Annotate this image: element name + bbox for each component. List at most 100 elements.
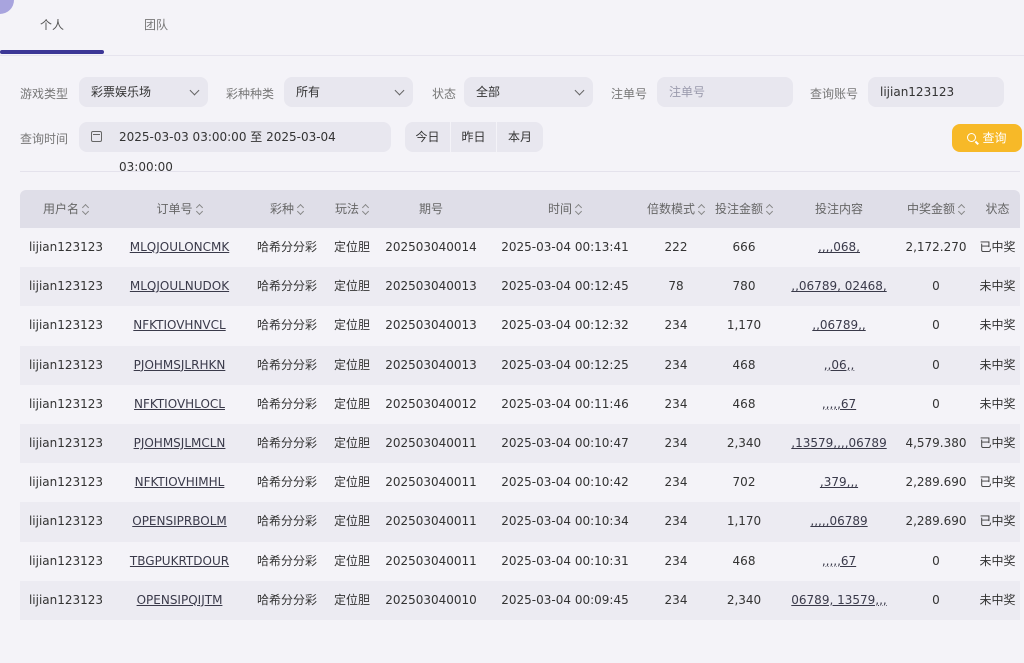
cell-bet-content[interactable]: ,,06789,, xyxy=(781,306,897,345)
sort-icon xyxy=(297,204,304,214)
cell-username: lijian123123 xyxy=(28,475,104,490)
cell-lottery: 哈希分分彩 xyxy=(256,435,317,450)
cell-time: 2025-03-04 00:10:31 xyxy=(501,553,629,568)
cell-play: 定位胆 xyxy=(333,475,370,490)
cell-order-no[interactable]: MLQJOULNUDOK xyxy=(112,267,247,306)
cell-multiplier: 234 xyxy=(664,475,688,490)
cell-order-no[interactable]: PJOHMSJLRHKN xyxy=(112,346,247,385)
cell-lottery: 哈希分分彩 xyxy=(256,279,317,294)
cell-bet-amount: 702 xyxy=(732,475,756,490)
cell-bet-content[interactable]: ,,06789, 02468, xyxy=(781,267,897,306)
table-row: lijian123123 NFKTIOVHNVCL 哈希分分彩 定位胆 20250304… xyxy=(20,306,1020,345)
header-play[interactable]: 玩法 xyxy=(327,190,377,228)
active-tab-indicator xyxy=(0,50,104,54)
divider xyxy=(20,171,1020,172)
cell-username: lijian123123 xyxy=(28,357,104,372)
cell-status: 未中奖 xyxy=(979,592,1016,607)
tab-personal[interactable]: 个人 xyxy=(0,16,104,33)
this-month-button[interactable]: 本月 xyxy=(497,122,543,152)
game-type-select[interactable]: 彩票娱乐场 xyxy=(79,77,208,107)
cell-order-no[interactable]: PJOHMSJLMCLN xyxy=(112,424,247,463)
cell-multiplier: 234 xyxy=(664,396,688,411)
table-row: lijian123123 PJOHMSJLRHKN 哈希分分彩 定位胆 20250304… xyxy=(20,345,1020,385)
cell-play: 定位胆 xyxy=(333,592,370,607)
cell-win-amount: 0 xyxy=(932,553,940,568)
cell-order-no[interactable]: TBGPUKRTDOUR xyxy=(112,542,247,581)
tab-team[interactable]: 团队 xyxy=(104,16,208,33)
game-type-label: 游戏类型 xyxy=(20,87,69,101)
status-value: 全部 xyxy=(476,85,501,99)
header-bet-amount[interactable]: 投注金额 xyxy=(707,190,781,228)
table-row: lijian123123 OPENSIPRBOLM 哈希分分彩 定位胆 20250304… xyxy=(20,502,1020,542)
cell-status: 未中奖 xyxy=(979,553,1016,568)
cell-status: 未中奖 xyxy=(979,357,1016,372)
cell-multiplier: 234 xyxy=(664,514,688,529)
cell-lottery: 哈希分分彩 xyxy=(256,592,317,607)
query-button[interactable]: 查询 xyxy=(952,124,1022,152)
lottery-type-select[interactable]: 所有 xyxy=(284,77,413,107)
header-multiplier[interactable]: 倍数模式 xyxy=(645,190,707,228)
order-no-input[interactable]: 注单号 xyxy=(657,77,793,107)
cell-username: lijian123123 xyxy=(28,240,104,254)
cell-win-amount: 2,289.690 xyxy=(905,514,967,529)
cell-time: 2025-03-04 00:10:42 xyxy=(501,475,629,490)
cell-order-no[interactable]: MLQJOULONCMK xyxy=(112,228,247,267)
cell-bet-content[interactable]: ,,06,, xyxy=(781,346,897,385)
cell-status: 已中奖 xyxy=(979,475,1016,490)
cell-username: lijian123123 xyxy=(28,435,104,450)
cell-bet-content[interactable]: ,13579,,,,06789 xyxy=(781,424,897,463)
table-header: 用户名 订单号 彩种 玩法 期号 时间 倍数模式 投注金额 投注内容 中奖金额 … xyxy=(20,190,1020,228)
cell-username: lijian123123 xyxy=(28,592,104,607)
today-button[interactable]: 今日 xyxy=(405,122,451,152)
lottery-type-label: 彩种种类 xyxy=(226,87,275,101)
cell-play: 定位胆 xyxy=(333,396,370,411)
cell-order-no[interactable]: NFKTIOVHLOCL xyxy=(112,385,247,424)
header-bet-content: 投注内容 xyxy=(814,202,863,216)
cell-lottery: 哈希分分彩 xyxy=(256,318,317,333)
cell-win-amount: 2,289.690 xyxy=(905,475,967,490)
cell-bet-content[interactable]: ,,,,,06789 xyxy=(781,502,897,541)
cell-order-no[interactable]: NFKTIOVHNVCL xyxy=(112,306,247,345)
cell-bet-content[interactable]: ,,,,,67 xyxy=(781,385,897,424)
cell-issue: 202503040010 xyxy=(385,592,477,607)
cell-win-amount: 0 xyxy=(932,396,940,411)
cell-win-amount: 4,579.380 xyxy=(905,435,967,450)
cell-order-no[interactable]: OPENSIPQIJTM xyxy=(112,581,247,620)
header-time[interactable]: 时间 xyxy=(485,190,645,228)
chevron-down-icon xyxy=(394,85,405,96)
cell-bet-content[interactable]: ,379,,, xyxy=(781,463,897,502)
header-lottery[interactable]: 彩种 xyxy=(247,190,327,228)
cell-win-amount: 0 xyxy=(932,592,940,607)
table-body: lijian123123 MLQJOULONCMK 哈希分分彩 定位胆 20250304… xyxy=(20,228,1020,620)
table-row: lijian123123 NFKTIOVHIMHL 哈希分分彩 定位胆 20250304… xyxy=(20,463,1020,502)
status-select[interactable]: 全部 xyxy=(464,77,593,107)
cell-play: 定位胆 xyxy=(333,357,370,372)
account-input[interactable]: lijian123123 xyxy=(868,77,1004,107)
cell-issue: 202503040013 xyxy=(385,357,477,372)
cell-bet-content[interactable]: ,,,,,67 xyxy=(781,542,897,581)
cell-bet-content[interactable]: ,,,,068, xyxy=(781,228,897,267)
header-username[interactable]: 用户名 xyxy=(20,190,112,228)
cell-multiplier: 234 xyxy=(664,435,688,450)
cell-time: 2025-03-04 00:10:47 xyxy=(501,435,629,450)
cell-username: lijian123123 xyxy=(28,396,104,411)
lottery-type-value: 所有 xyxy=(296,85,321,99)
cell-time: 2025-03-04 00:10:34 xyxy=(501,514,629,529)
cell-bet-content[interactable]: 06789, 13579,,, xyxy=(781,581,897,620)
time-range-picker[interactable]: 2025-03-03 03:00:00 至 2025-03-04 03:00:0… xyxy=(79,122,391,174)
cell-order-no[interactable]: OPENSIPRBOLM xyxy=(112,502,247,541)
cell-time: 2025-03-04 00:11:46 xyxy=(501,396,629,411)
cell-issue: 202503040013 xyxy=(385,279,477,294)
yesterday-button[interactable]: 昨日 xyxy=(451,122,497,152)
cell-status: 未中奖 xyxy=(979,318,1016,333)
header-order-no[interactable]: 订单号 xyxy=(112,190,247,228)
cell-status: 已中奖 xyxy=(979,435,1016,450)
corner-accent xyxy=(0,0,14,14)
cell-play: 定位胆 xyxy=(333,279,370,294)
cell-bet-amount: 1,170 xyxy=(726,514,762,529)
cell-order-no[interactable]: NFKTIOVHIMHL xyxy=(112,463,247,502)
cell-lottery: 哈希分分彩 xyxy=(256,553,317,568)
cell-time: 2025-03-04 00:13:41 xyxy=(501,240,629,254)
cell-play: 定位胆 xyxy=(333,514,370,529)
header-win-amount[interactable]: 中奖金额 xyxy=(897,190,975,228)
